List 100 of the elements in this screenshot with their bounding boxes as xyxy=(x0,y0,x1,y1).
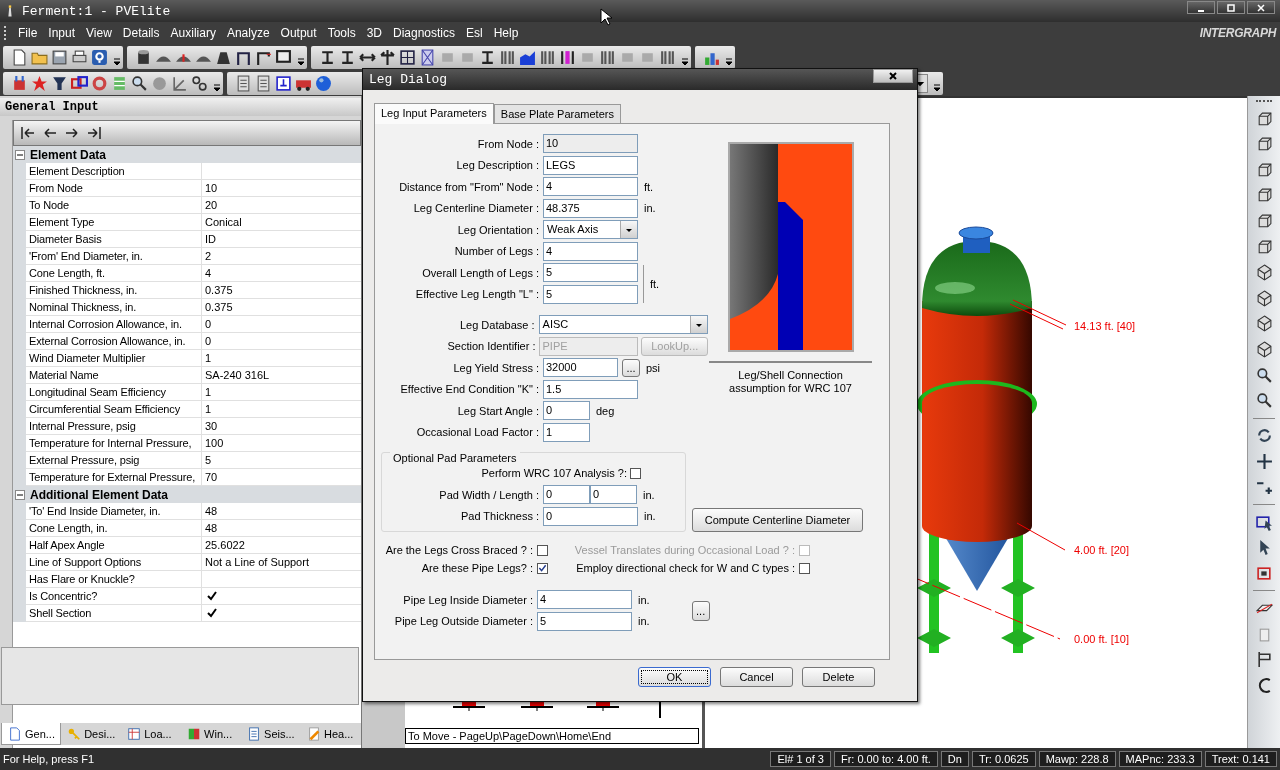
text-field[interactable]: 48.375 xyxy=(543,198,638,218)
text-field[interactable]: 10 xyxy=(543,134,638,154)
menu-item[interactable]: Analyze xyxy=(222,26,277,40)
bars-icon[interactable] xyxy=(659,48,676,66)
star-icon[interactable] xyxy=(31,74,48,92)
collapse-icon[interactable] xyxy=(15,149,25,160)
property-value[interactable]: Conical xyxy=(202,214,361,230)
striped-bar-icon[interactable] xyxy=(559,48,576,66)
overflow-icon[interactable] xyxy=(681,56,689,67)
overflow-icon[interactable] xyxy=(297,56,305,67)
dropdown[interactable]: AISC xyxy=(538,315,708,335)
funnel-icon[interactable] xyxy=(51,74,68,92)
beam-icon[interactable] xyxy=(339,48,356,66)
text-field[interactable]: 4 xyxy=(543,177,638,197)
bars-icon[interactable] xyxy=(599,48,616,66)
bars-icon[interactable] xyxy=(539,48,556,66)
minimize-button[interactable] xyxy=(1187,1,1215,14)
crossed-box-icon[interactable] xyxy=(419,48,436,66)
menu-item[interactable]: Auxiliary xyxy=(166,26,223,40)
tab[interactable]: Desi... xyxy=(61,723,122,745)
save-icon[interactable] xyxy=(51,48,68,66)
compute-button[interactable]: Compute Centerline Diameter xyxy=(692,508,863,532)
section-header[interactable]: Element Data xyxy=(13,146,361,163)
checkbox[interactable] xyxy=(630,467,641,479)
overlapping-squares-icon[interactable] xyxy=(71,74,88,92)
property-value[interactable]: 48 xyxy=(202,520,361,536)
checkbox[interactable] xyxy=(537,562,548,574)
tab[interactable]: Loa... xyxy=(121,723,182,745)
menu-item[interactable]: Esl xyxy=(462,26,490,40)
property-value[interactable]: 100 xyxy=(202,435,361,451)
menu-item[interactable]: File xyxy=(14,26,45,40)
overflow-icon[interactable] xyxy=(725,56,733,67)
menu-item[interactable]: Output xyxy=(276,26,324,40)
menu-item[interactable]: Tools xyxy=(323,26,363,40)
angle-icon[interactable] xyxy=(171,74,188,92)
last-icon[interactable] xyxy=(86,125,102,141)
cycle-icon[interactable] xyxy=(91,74,108,92)
sheet-icon[interactable] xyxy=(235,74,252,92)
section-header[interactable]: Additional Element Data xyxy=(13,486,361,503)
check-icon[interactable] xyxy=(207,608,217,618)
tab[interactable]: Gen... xyxy=(1,723,62,745)
property-value[interactable]: 0.375 xyxy=(202,282,361,298)
property-value[interactable]: SA-240 316L xyxy=(202,367,361,383)
text-field[interactable]: 4 xyxy=(543,241,638,261)
property-value[interactable]: 30 xyxy=(202,418,361,434)
browse-button[interactable]: ... xyxy=(622,358,640,377)
rings-icon[interactable] xyxy=(191,74,208,92)
property-value[interactable]: 4 xyxy=(202,265,361,281)
menu-item[interactable]: 3D xyxy=(362,26,389,40)
text-field[interactable]: 4 xyxy=(537,590,632,610)
beam-icon[interactable] xyxy=(479,48,496,66)
text-field[interactable]: 5 xyxy=(537,611,632,631)
overflow-icon[interactable] xyxy=(113,56,121,67)
tab[interactable]: Leg Input Parameters xyxy=(374,103,494,124)
text-field[interactable]: LEGS xyxy=(543,155,638,175)
flag-icon[interactable] xyxy=(1255,651,1273,669)
maximize-button[interactable] xyxy=(1217,1,1245,14)
overflow-icon[interactable] xyxy=(213,82,221,93)
magnifier-icon[interactable] xyxy=(131,74,148,92)
property-value[interactable]: 1 xyxy=(202,401,361,417)
close-button[interactable] xyxy=(1247,1,1275,14)
sphere-icon[interactable] xyxy=(315,74,332,92)
browse-button[interactable]: ... xyxy=(691,600,710,621)
property-value[interactable]: 0 xyxy=(202,316,361,332)
move-icon[interactable] xyxy=(1255,452,1273,470)
panel-icon[interactable] xyxy=(275,74,292,92)
property-value[interactable]: Not a Line of Support xyxy=(202,554,361,570)
check-icon[interactable] xyxy=(207,591,217,601)
menu-item[interactable]: Input xyxy=(44,26,83,40)
dialog-button[interactable]: OK xyxy=(638,667,711,687)
overflow-icon[interactable] xyxy=(933,82,941,93)
frame-icon[interactable] xyxy=(1255,564,1273,582)
property-value[interactable]: 70 xyxy=(202,469,361,485)
isometric-cube-icon[interactable] xyxy=(1255,264,1273,282)
rotate-icon[interactable] xyxy=(1255,427,1273,445)
text-field[interactable]: 5 xyxy=(543,263,638,283)
collapse-icon[interactable] xyxy=(15,489,25,500)
property-value[interactable]: ID xyxy=(202,231,361,247)
menu-item[interactable]: Help xyxy=(489,26,526,40)
zoom-icon[interactable] xyxy=(1255,366,1273,384)
property-value[interactable]: 10 xyxy=(202,180,361,196)
menu-item[interactable]: Diagnostics xyxy=(389,26,462,40)
first-icon[interactable] xyxy=(20,125,36,141)
dropdown[interactable]: Weak Axis xyxy=(543,220,638,240)
beam-icon[interactable] xyxy=(319,48,336,66)
text-field[interactable]: 1 xyxy=(543,422,590,442)
select-window-icon[interactable] xyxy=(1255,513,1273,531)
nozzle-icon[interactable] xyxy=(11,74,28,92)
dialog-button[interactable]: Delete xyxy=(802,667,875,687)
property-value[interactable]: 1 xyxy=(202,384,361,400)
property-value[interactable]: 48 xyxy=(202,503,361,519)
property-value[interactable]: 20 xyxy=(202,197,361,213)
property-value[interactable]: 25.6022 xyxy=(202,537,361,553)
cylinder-icon[interactable] xyxy=(135,48,152,66)
tab[interactable]: Win... xyxy=(181,723,242,745)
isometric-cube-icon[interactable] xyxy=(1255,315,1273,333)
checkbox[interactable] xyxy=(799,562,810,574)
new-document-icon[interactable] xyxy=(11,48,28,66)
tab[interactable]: Seis... xyxy=(241,723,302,745)
text-field[interactable]: 0 xyxy=(543,401,590,421)
